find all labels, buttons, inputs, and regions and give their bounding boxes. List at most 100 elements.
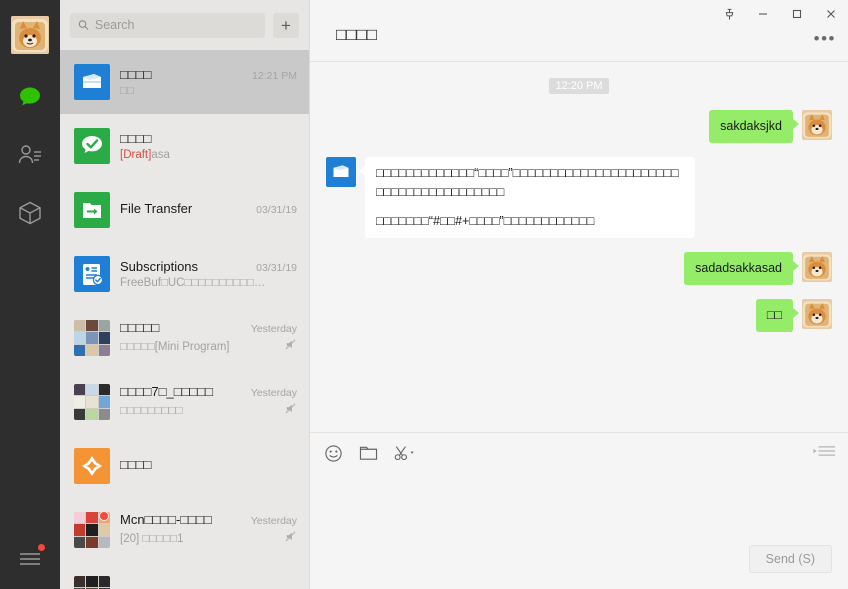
list-item-preview: □□□□□□□□□ [120,405,183,417]
list-item-row-bottom: [Draft]asa [120,149,297,161]
message-outgoing: sakdaksjkd [310,110,848,143]
list-item-preview: FreeBuf□UC□□□□□□□□□□… [120,277,266,289]
sidebar-item-contacts[interactable] [13,138,47,172]
message-avatar[interactable] [326,156,356,187]
message-avatar[interactable] [802,110,832,140]
pin-window-button[interactable] [712,0,746,28]
send-button[interactable]: Send (S) [748,545,832,573]
list-item[interactable]: Mcn□□□□-□□□□ Yesterday [20] □□□□□1 [60,498,309,562]
search-input[interactable] [94,18,257,32]
message-outgoing: sadadsakkasad [310,252,848,285]
box-icon [19,201,41,225]
message-text: □□□□□□□“#□□#+□□□□”□□□□□□□□□□□□ [376,214,595,229]
list-item-body: □□□□ [120,457,297,475]
official-account-icon [74,128,110,164]
message-text: □□□□□□□□□□□□□“□□□□”□□□□□□□□□□□□□□□□□□□□□… [376,165,679,199]
list-item-title: □□□□ [120,457,152,472]
message-bubble[interactable]: sakdaksjkd [709,110,799,143]
list-item[interactable]: □□□□□ Yesterday □□□□□[Mini Program] [60,306,309,370]
list-item-row-top: □□□□7□_□□□□□ Yesterday [120,384,297,399]
list-item-row-top: File Transfer 03/31/19 [120,201,297,216]
avatar[interactable] [11,16,49,54]
screenshot-button[interactable] [394,444,416,462]
sidebar-item-favorites[interactable] [13,196,47,230]
list-item-row-top: □□□□ [120,457,297,472]
page-title: □□□□ [336,25,378,44]
list-item-row-top: □□□□ [120,131,297,146]
list-item[interactable]: Subscriptions 03/31/19 FreeBuf□UC□□□□□□□□□… [60,242,309,306]
list-item-row-top: □□□□□ Yesterday [120,320,297,335]
list-item-body: □□□□□ Yesterday □□□□□[Mini Program] [120,320,297,356]
message-avatar-icon [326,156,356,187]
message-incoming: □□□□□□□□□□□□□“□□□□”□□□□□□□□□□□□□□□□□□□□□… [310,156,848,238]
list-item-avatar [74,192,110,228]
message-text: sadadsakkasad [695,261,782,275]
list-item[interactable]: □□□□ [60,434,309,498]
list-item-row-bottom: □□ [120,85,297,97]
composer-footer: Send (S) [310,539,848,589]
chat-bubble-icon [20,87,40,106]
chat-history-button[interactable] [812,443,836,464]
composer-toolbar [310,433,848,473]
list-item[interactable]: □□□□7□_□□□□□ Yesterday □□□□□□□□□ [60,370,309,434]
emoji-icon [325,444,342,462]
unread-badge [99,511,109,521]
list-item-time: 03/31/19 [256,204,297,216]
mute-icon [284,530,297,548]
list-item-avatar [74,128,110,164]
list-item-preview: [20] □□□□□1 [120,533,184,545]
list-item[interactable] [60,562,309,589]
list-item-title: Mcn□□□□-□□□□ [120,512,212,527]
message-input[interactable] [310,473,848,539]
list-item-body: □□□□ [Draft]asa [120,131,297,161]
message-outgoing: □□ [310,298,848,332]
message-bubble[interactable]: □□□□□□□□□□□□□“□□□□”□□□□□□□□□□□□□□□□□□□□□… [359,156,695,238]
list-item-preview: [Draft]asa [120,149,170,161]
message-avatar[interactable] [802,298,832,329]
wechat-window: + □□□□12:21 PM□□□□□□[Draft]asaFile Trans… [0,0,848,589]
conversation-more-button[interactable]: ••• [814,30,836,47]
search-icon [78,20,89,30]
message-bubble[interactable]: □□ [755,298,800,332]
menu-badge-dot [37,543,46,552]
avatar-image [11,16,49,54]
diamond-icon [74,448,110,484]
subscriptions-icon [74,256,110,292]
message-bubble[interactable]: sadadsakkasad [684,252,799,285]
list-item-time: Yesterday [250,515,297,527]
title-bar: □□□□ ••• [310,0,848,62]
add-chat-button[interactable]: + [273,12,299,38]
minimize-button[interactable] [746,0,780,28]
list-item[interactable]: □□□□ 12:21 PM □□ [60,50,309,114]
sidebar-item-chats[interactable] [13,80,47,114]
list-item-avatar [74,64,110,100]
search-field-wrap[interactable] [70,12,265,38]
list-item-avatar [74,256,110,292]
send-file-button[interactable] [359,445,378,462]
message-avatar[interactable] [802,252,832,282]
list-item-avatar [74,384,110,420]
list-item-time: 03/31/19 [256,262,297,274]
list-item-preview: □□□□□[Mini Program] [120,341,230,353]
pushpin-icon [725,8,733,20]
list-item-body: Subscriptions 03/31/19 FreeBuf□UC□□□□□□□□□… [120,259,297,289]
close-button[interactable] [814,0,848,28]
list-item-avatar [74,320,110,356]
list-item-body: File Transfer 03/31/19 [120,201,297,219]
list-item-row-bottom: [20] □□□□□1 [120,530,297,548]
list-item-title: Subscriptions [120,259,199,274]
list-item[interactable]: File Transfer 03/31/19 [60,178,309,242]
list-item-preview: □□ [120,85,134,97]
maximize-button[interactable] [780,0,814,28]
chat-list[interactable]: □□□□ 12:21 PM □□ □□□□ [Draft]asa File Transfe… [60,50,309,589]
list-item-avatar [74,448,110,484]
emoji-button[interactable] [324,444,343,463]
sidebar-item-menu[interactable] [13,541,47,575]
time-divider-label: 12:20 PM [549,78,609,94]
list-item[interactable]: □□□□ [Draft]asa [60,114,309,178]
list-item-body: □□□□7□_□□□□□ Yesterday □□□□□□□□□ [120,384,297,420]
list-item-time: 12:21 PM [252,70,297,82]
conversation-pane: □□□□ ••• 12:20 PM sakdaksjkd □□□□□□□□□□□□… [310,0,848,589]
mute-icon [284,402,297,420]
close-icon [827,10,835,18]
